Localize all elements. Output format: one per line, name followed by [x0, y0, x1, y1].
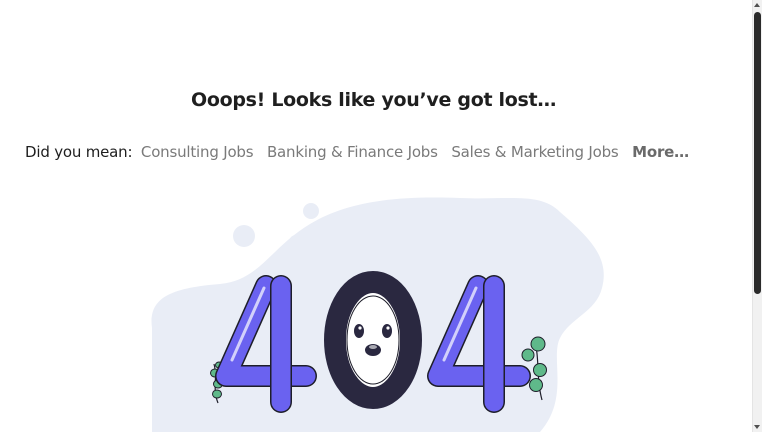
suggestions-row: Did you mean: Consulting Jobs Banking & …: [25, 143, 689, 161]
page: Ooops! Looks like you’ve got lost… Did y…: [0, 0, 762, 432]
suggestions-label: Did you mean:: [25, 143, 133, 161]
scrollbar-thumb[interactable]: [754, 12, 761, 294]
bubble-top: [303, 203, 319, 219]
main-content: Ooops! Looks like you’ve got lost… Did y…: [0, 0, 752, 432]
scroll-up-arrow-icon[interactable]: [754, 3, 760, 7]
vertical-scrollbar[interactable]: [752, 0, 762, 432]
suggestion-link-banking-finance[interactable]: Banking & Finance Jobs: [267, 143, 438, 161]
digit-zero-face: [324, 271, 422, 409]
bubble-small: [289, 235, 303, 249]
suggestion-link-sales-marketing[interactable]: Sales & Marketing Jobs: [451, 143, 618, 161]
suggestion-link-consulting[interactable]: Consulting Jobs: [141, 143, 254, 161]
scroll-down-arrow-icon[interactable]: [754, 425, 760, 429]
more-link[interactable]: More…: [632, 143, 689, 161]
bubble-large: [233, 225, 255, 247]
page-title: Ooops! Looks like you’ve got lost…: [190, 89, 557, 111]
404-illustration: [151, 197, 604, 432]
